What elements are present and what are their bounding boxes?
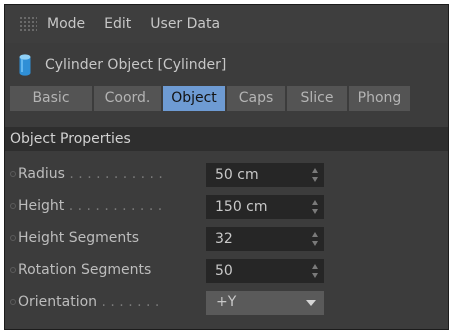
tab-slice[interactable]: Slice — [287, 86, 347, 111]
property-row-height-segments: Height Segments — [5, 223, 448, 255]
spinner-arrows-icon[interactable] — [311, 232, 319, 246]
section-header: Object Properties — [5, 127, 448, 151]
tab-phong[interactable]: Phong — [349, 86, 410, 111]
height-field[interactable] — [206, 195, 324, 219]
chevron-down-icon — [306, 300, 316, 306]
animation-dot-icon[interactable] — [10, 203, 16, 209]
tab-basic[interactable]: Basic — [10, 86, 92, 111]
grip-icon[interactable] — [19, 16, 37, 32]
spinner-arrows-icon[interactable] — [311, 264, 319, 278]
orientation-value: +Y — [216, 294, 237, 310]
height-input[interactable] — [206, 195, 302, 219]
rotation-segments-field[interactable] — [206, 259, 324, 283]
spinner-arrows-icon[interactable] — [311, 200, 319, 214]
orientation-dropdown[interactable]: +Y — [206, 291, 324, 315]
height-segments-input[interactable] — [206, 227, 302, 251]
tab-object[interactable]: Object — [163, 86, 225, 111]
cylinder-icon — [19, 54, 31, 76]
animation-dot-icon[interactable] — [10, 299, 16, 305]
animation-dot-icon[interactable] — [10, 235, 16, 241]
height-segments-field[interactable] — [206, 227, 324, 251]
attribute-manager-panel: Mode Edit User Data Cylinder Object [Cyl… — [4, 4, 449, 330]
tab-bar: Basic Coord. Object Caps Slice Phong — [10, 86, 410, 111]
menu-bar: Mode Edit User Data — [5, 5, 448, 43]
rotation-segments-input[interactable] — [206, 259, 302, 283]
property-label: Radius . . . . . . . . . . . — [18, 166, 163, 182]
animation-dot-icon[interactable] — [10, 171, 16, 177]
property-list: Radius . . . . . . . . . . . Height . . … — [5, 159, 448, 319]
radius-field[interactable] — [206, 163, 324, 187]
tab-caps[interactable]: Caps — [227, 86, 285, 111]
property-label: Height Segments — [18, 230, 140, 246]
spinner-arrows-icon[interactable] — [311, 168, 319, 182]
object-title-bar: Cylinder Object [Cylinder] — [5, 51, 448, 79]
menu-mode[interactable]: Mode — [47, 16, 85, 32]
property-row-radius: Radius . . . . . . . . . . . — [5, 159, 448, 191]
menu-user-data[interactable]: User Data — [150, 16, 220, 32]
property-row-rotation-segments: Rotation Segments — [5, 255, 448, 287]
menu-edit[interactable]: Edit — [104, 16, 131, 32]
radius-input[interactable] — [206, 163, 302, 187]
object-title: Cylinder Object [Cylinder] — [45, 57, 227, 73]
property-label: Height . . . . . . . . . . . — [18, 198, 163, 214]
property-row-height: Height . . . . . . . . . . . — [5, 191, 448, 223]
tab-coord[interactable]: Coord. — [94, 86, 161, 111]
property-label: Rotation Segments — [18, 262, 152, 278]
animation-dot-icon[interactable] — [10, 267, 16, 273]
property-row-orientation: Orientation . . . . . . . +Y — [5, 287, 448, 319]
property-label: Orientation . . . . . . . — [18, 294, 160, 310]
